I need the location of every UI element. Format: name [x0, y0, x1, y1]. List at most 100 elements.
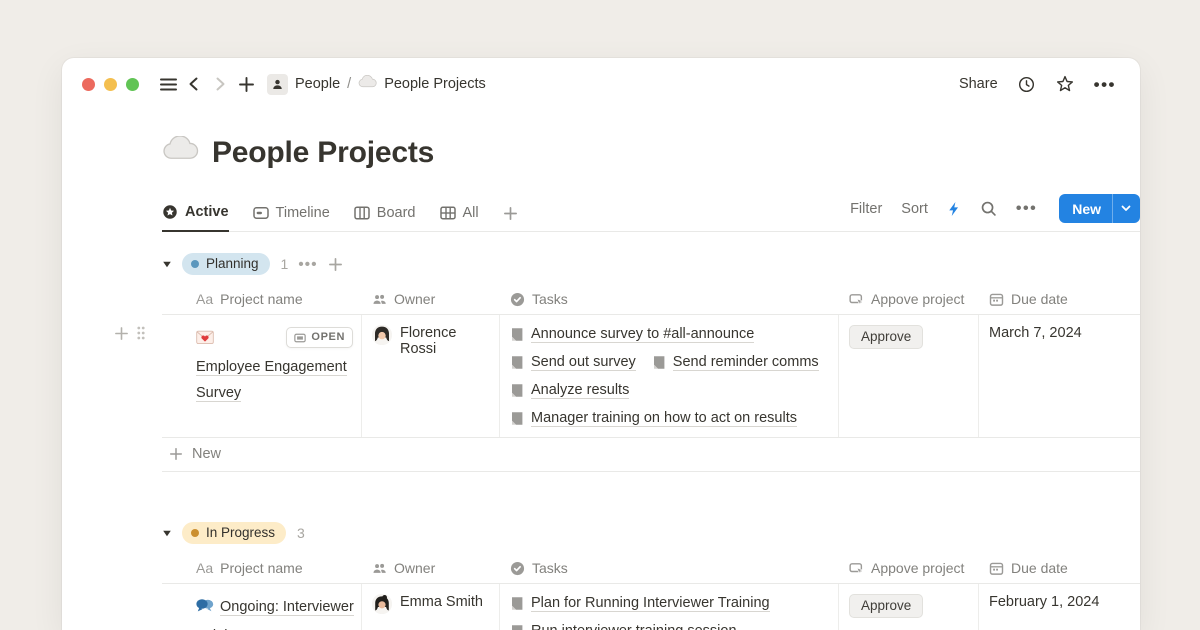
- history-icon[interactable]: [1017, 75, 1036, 94]
- view-tabs: Active Timeline Board: [162, 204, 518, 231]
- task-link[interactable]: Analyze results: [510, 382, 629, 399]
- board-view-icon: [354, 205, 370, 221]
- task-link[interactable]: Announce survey to #all-announce: [510, 326, 754, 343]
- approve-cell: Approve: [839, 315, 979, 437]
- project-title[interactable]: Employee Engagement Survey: [196, 359, 347, 402]
- tab-board[interactable]: Board: [354, 205, 416, 231]
- back-button[interactable]: [181, 71, 207, 97]
- column-header-tasks[interactable]: Tasks: [500, 285, 839, 314]
- table-view-icon: [440, 205, 456, 221]
- view-more-icon[interactable]: •••: [1016, 201, 1037, 217]
- love-letter-icon: [196, 328, 214, 354]
- project-name-cell[interactable]: Ongoing: Interviewer training: [162, 584, 362, 630]
- owner-cell[interactable]: Emma Smith: [362, 584, 500, 630]
- column-header-due-date[interactable]: Due date: [979, 554, 1140, 583]
- button-property-icon: [849, 561, 864, 576]
- automations-bolt-icon[interactable]: [947, 201, 961, 217]
- window-topbar: People / People Projects Share •••: [62, 58, 1140, 102]
- approve-button[interactable]: Approve: [849, 594, 923, 618]
- collapse-group-icon[interactable]: [162, 259, 172, 269]
- add-view-icon[interactable]: [503, 206, 518, 231]
- avatar-florence-rossi: [372, 325, 392, 345]
- group-in-progress: In Progress 3 Aa Project name Owner: [162, 518, 1140, 630]
- column-header-project-name[interactable]: Aa Project name: [162, 285, 362, 314]
- calendar-icon: [989, 561, 1004, 576]
- minimize-window-button[interactable]: [104, 78, 117, 91]
- column-header-tasks[interactable]: Tasks: [500, 554, 839, 583]
- tab-active[interactable]: Active: [162, 204, 229, 232]
- button-property-icon: [849, 292, 864, 307]
- text-property-icon: Aa: [196, 560, 213, 576]
- active-view-icon: [162, 204, 178, 220]
- drag-handle-icon[interactable]: [136, 325, 146, 341]
- task-link[interactable]: Send reminder comms: [652, 354, 819, 371]
- row-gutter: [114, 325, 146, 341]
- owner-cell[interactable]: Florence Rossi: [362, 315, 500, 437]
- tab-timeline[interactable]: Timeline: [253, 205, 330, 231]
- insert-row-icon[interactable]: [114, 326, 129, 341]
- speech-bubbles-icon: [196, 597, 214, 623]
- tasks-cell: Announce survey to #all-announce Send ou…: [500, 315, 839, 437]
- breadcrumb-item-people[interactable]: People: [295, 76, 340, 92]
- close-window-button[interactable]: [82, 78, 95, 91]
- group-count: 3: [297, 525, 305, 541]
- approve-button[interactable]: Approve: [849, 325, 923, 349]
- group-add-icon[interactable]: [328, 257, 343, 272]
- column-header-approve-project[interactable]: Appove project: [839, 554, 979, 583]
- due-date-cell[interactable]: March 7, 2024: [979, 315, 1140, 437]
- relation-check-icon: [510, 292, 525, 307]
- group-tag-planning[interactable]: Planning: [182, 253, 270, 275]
- new-page-icon[interactable]: [233, 71, 259, 97]
- group-options-icon[interactable]: •••: [298, 257, 317, 272]
- tab-all[interactable]: All: [440, 205, 479, 231]
- view-bar: Active Timeline Board: [162, 194, 1140, 232]
- task-link[interactable]: Plan for Running Interviewer Training: [510, 595, 770, 612]
- filter-button[interactable]: Filter: [850, 201, 882, 217]
- people-database-icon: [267, 74, 288, 95]
- app-window: People / People Projects Share ••• Peopl…: [62, 58, 1140, 630]
- group-tag-in-progress[interactable]: In Progress: [182, 522, 286, 544]
- column-header-approve-project[interactable]: Appove project: [839, 285, 979, 314]
- page-title: People Projects: [212, 136, 434, 170]
- table-row: Ongoing: Interviewer training Emma Smith: [162, 584, 1140, 630]
- sort-button[interactable]: Sort: [901, 201, 928, 217]
- table-header-row: Aa Project name Owner Tasks: [162, 285, 1140, 315]
- more-options-icon[interactable]: •••: [1094, 76, 1116, 93]
- sidebar-menu-icon[interactable]: [155, 71, 181, 97]
- forward-button[interactable]: [207, 71, 233, 97]
- group-planning: Planning 1 ••• Aa Project name Owner: [162, 249, 1140, 472]
- tasks-cell: Plan for Running Interviewer Training Ru…: [500, 584, 839, 630]
- task-link[interactable]: Run interviewer training session: [510, 623, 737, 630]
- task-link[interactable]: Manager training on how to act on result…: [510, 410, 797, 427]
- open-page-button[interactable]: OPEN: [286, 327, 353, 348]
- task-link[interactable]: Send out survey: [510, 354, 636, 371]
- approve-cell: Approve: [839, 584, 979, 630]
- group-count: 1: [281, 256, 289, 272]
- fullscreen-window-button[interactable]: [126, 78, 139, 91]
- column-header-project-name[interactable]: Aa Project name: [162, 554, 362, 583]
- owner-name[interactable]: Emma Smith: [400, 594, 483, 610]
- new-button[interactable]: New: [1059, 194, 1140, 223]
- breadcrumb-item-current[interactable]: People Projects: [384, 76, 486, 92]
- person-property-icon: [372, 292, 387, 307]
- new-dropdown-icon[interactable]: [1112, 194, 1140, 223]
- column-header-due-date[interactable]: Due date: [979, 285, 1140, 314]
- favorite-star-icon[interactable]: [1055, 74, 1075, 94]
- owner-name[interactable]: Florence Rossi: [400, 325, 487, 357]
- table-row: OPEN Employee Engagement Survey Florence…: [162, 315, 1140, 438]
- page-content: People Projects Active Timeline: [62, 136, 1140, 630]
- share-button[interactable]: Share: [959, 76, 998, 92]
- page-cloud-icon: [162, 136, 199, 170]
- text-property-icon: Aa: [196, 291, 213, 307]
- search-icon[interactable]: [980, 200, 997, 217]
- column-header-owner[interactable]: Owner: [362, 285, 500, 314]
- project-name-cell[interactable]: OPEN Employee Engagement Survey: [162, 315, 362, 437]
- person-property-icon: [372, 561, 387, 576]
- avatar-emma-smith: [372, 594, 392, 614]
- due-date-cell[interactable]: February 1, 2024: [979, 584, 1140, 630]
- collapse-group-icon[interactable]: [162, 528, 172, 538]
- project-title[interactable]: Ongoing: Interviewer training: [196, 599, 354, 630]
- topbar-actions: Share •••: [959, 74, 1116, 94]
- new-row-button[interactable]: New: [162, 438, 1140, 472]
- column-header-owner[interactable]: Owner: [362, 554, 500, 583]
